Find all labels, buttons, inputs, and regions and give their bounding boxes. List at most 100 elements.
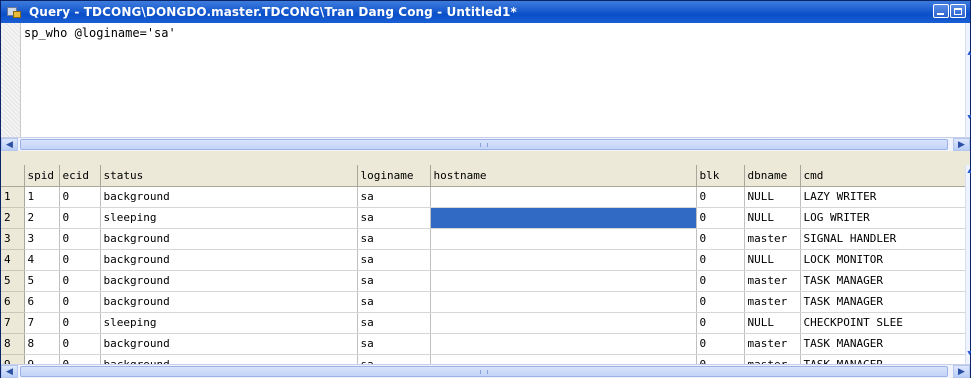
scroll-up-arrow-icon[interactable]: ▲ bbox=[966, 168, 971, 175]
column-header-dbname[interactable]: dbname bbox=[744, 165, 801, 187]
cell-hostname[interactable] bbox=[430, 312, 697, 334]
cell-dbname[interactable]: master bbox=[744, 333, 801, 355]
cell-dbname[interactable]: NULL bbox=[744, 312, 801, 334]
cell-status[interactable]: background bbox=[100, 249, 358, 271]
row-number[interactable]: 3 bbox=[1, 228, 25, 250]
scroll-right-arrow-icon[interactable]: ▶ bbox=[953, 138, 970, 151]
editor-vertical-scrollbar[interactable]: ▲ ▼ bbox=[965, 23, 971, 138]
column-header-cmd[interactable]: cmd bbox=[800, 165, 966, 187]
cell-hostname[interactable] bbox=[430, 228, 697, 250]
column-header-hostname[interactable]: hostname bbox=[430, 165, 697, 187]
cell-loginame[interactable]: sa bbox=[357, 312, 431, 334]
cell-spid[interactable]: 4 bbox=[24, 249, 60, 271]
cell-dbname[interactable]: NULL bbox=[744, 186, 801, 208]
cell-loginame[interactable]: sa bbox=[357, 186, 431, 208]
table-row[interactable]: 5 5 0 background sa 0 master TASK MANAGER bbox=[1, 270, 966, 292]
table-row[interactable]: 7 7 0 sleeping sa 0 NULL CHECKPOINT SLEE bbox=[1, 312, 966, 334]
cell-blk[interactable]: 0 bbox=[696, 249, 745, 271]
cell-hostname[interactable] bbox=[430, 270, 697, 292]
table-row[interactable]: 4 4 0 background sa 0 NULL LOCK MONITOR bbox=[1, 249, 966, 271]
cell-cmd[interactable]: LAZY WRITER bbox=[800, 186, 966, 208]
scroll-down-arrow-icon[interactable]: ▼ bbox=[966, 114, 971, 121]
cell-blk[interactable]: 0 bbox=[696, 291, 745, 313]
cell-blk[interactable]: 0 bbox=[696, 228, 745, 250]
editor-hscroll-thumb[interactable] bbox=[20, 139, 948, 150]
cell-spid[interactable]: 1 bbox=[24, 186, 60, 208]
scroll-left-arrow-icon[interactable]: ◀ bbox=[1, 365, 18, 378]
cell-hostname[interactable] bbox=[430, 249, 697, 271]
cell-dbname[interactable]: NULL bbox=[744, 249, 801, 271]
cell-loginame[interactable]: sa bbox=[357, 291, 431, 313]
grid-vertical-scrollbar[interactable]: ▲ ▼ bbox=[965, 165, 971, 365]
table-row[interactable]: 3 3 0 background sa 0 master SIGNAL HANDLER bbox=[1, 228, 966, 250]
row-number[interactable]: 5 bbox=[1, 270, 25, 292]
cell-cmd[interactable]: TASK MANAGER bbox=[800, 333, 966, 355]
cell-status[interactable]: sleeping bbox=[100, 312, 358, 334]
table-row[interactable]: 2 2 0 sleeping sa 0 NULL LOG WRITER bbox=[1, 207, 966, 229]
cell-spid[interactable]: 6 bbox=[24, 291, 60, 313]
cell-cmd[interactable]: TASK MANAGER bbox=[800, 291, 966, 313]
scroll-down-arrow-icon[interactable]: ▼ bbox=[966, 350, 971, 357]
selected-cell[interactable] bbox=[430, 207, 697, 229]
column-header-blk[interactable]: blk bbox=[696, 165, 745, 187]
cell-hostname[interactable] bbox=[430, 333, 697, 355]
cell-ecid[interactable]: 0 bbox=[59, 249, 101, 271]
scroll-left-arrow-icon[interactable]: ◀ bbox=[1, 138, 18, 151]
cell-status[interactable]: background bbox=[100, 228, 358, 250]
corner-cell[interactable] bbox=[1, 165, 25, 187]
scroll-right-arrow-icon[interactable]: ▶ bbox=[953, 365, 970, 378]
cell-dbname[interactable]: master bbox=[744, 291, 801, 313]
cell-spid[interactable]: 5 bbox=[24, 270, 60, 292]
row-number[interactable]: 4 bbox=[1, 249, 25, 271]
cell-status[interactable]: background bbox=[100, 186, 358, 208]
cell-status[interactable]: background bbox=[100, 291, 358, 313]
query-editor[interactable]: sp_who @loginame='sa' ▲ ▼ ◀ ▶ bbox=[1, 23, 971, 151]
cell-ecid[interactable]: 0 bbox=[59, 291, 101, 313]
cell-ecid[interactable]: 0 bbox=[59, 186, 101, 208]
minimize-button[interactable] bbox=[933, 4, 949, 18]
cell-dbname[interactable]: master bbox=[744, 228, 801, 250]
cell-ecid[interactable]: 0 bbox=[59, 207, 101, 229]
cell-cmd[interactable]: TASK MANAGER bbox=[800, 270, 966, 292]
column-header-ecid[interactable]: ecid bbox=[59, 165, 101, 187]
cell-cmd[interactable]: SIGNAL HANDLER bbox=[800, 228, 966, 250]
row-number[interactable]: 7 bbox=[1, 312, 25, 334]
table-row[interactable]: 8 8 0 background sa 0 master TASK MANAGER bbox=[1, 333, 966, 355]
column-header-loginame[interactable]: loginame bbox=[357, 165, 431, 187]
cell-loginame[interactable]: sa bbox=[357, 249, 431, 271]
grid-horizontal-scrollbar[interactable]: ◀ ▶ bbox=[1, 364, 970, 378]
cell-ecid[interactable]: 0 bbox=[59, 270, 101, 292]
grid-hscroll-thumb[interactable] bbox=[20, 366, 948, 377]
cell-blk[interactable]: 0 bbox=[696, 333, 745, 355]
row-number[interactable]: 8 bbox=[1, 333, 25, 355]
column-header-status[interactable]: status bbox=[100, 165, 358, 187]
cell-dbname[interactable]: NULL bbox=[744, 207, 801, 229]
cell-status[interactable]: sleeping bbox=[100, 207, 358, 229]
cell-loginame[interactable]: sa bbox=[357, 333, 431, 355]
cell-spid[interactable]: 8 bbox=[24, 333, 60, 355]
cell-blk[interactable]: 0 bbox=[696, 207, 745, 229]
scroll-up-arrow-icon[interactable]: ▲ bbox=[966, 50, 971, 57]
cell-blk[interactable]: 0 bbox=[696, 312, 745, 334]
table-row[interactable]: 1 1 0 background sa 0 NULL LAZY WRITER bbox=[1, 186, 966, 208]
cell-spid[interactable]: 7 bbox=[24, 312, 60, 334]
cell-ecid[interactable]: 0 bbox=[59, 333, 101, 355]
cell-status[interactable]: background bbox=[100, 333, 358, 355]
restore-button[interactable] bbox=[950, 4, 966, 18]
title-bar[interactable]: Query - TDCONG\DONGDO.master.TDCONG\Tran… bbox=[1, 1, 970, 23]
cell-spid[interactable]: 3 bbox=[24, 228, 60, 250]
cell-hostname[interactable] bbox=[430, 291, 697, 313]
row-number[interactable]: 6 bbox=[1, 291, 25, 313]
cell-spid[interactable]: 2 bbox=[24, 207, 60, 229]
cell-cmd[interactable]: CHECKPOINT SLEE bbox=[800, 312, 966, 334]
cell-blk[interactable]: 0 bbox=[696, 270, 745, 292]
cell-blk[interactable]: 0 bbox=[696, 186, 745, 208]
cell-ecid[interactable]: 0 bbox=[59, 312, 101, 334]
editor-horizontal-scrollbar[interactable]: ◀ ▶ bbox=[1, 137, 970, 151]
results-grid[interactable]: spid ecid status loginame hostname blk dbname c… bbox=[1, 165, 970, 365]
cell-cmd[interactable]: LOCK MONITOR bbox=[800, 249, 966, 271]
row-number[interactable]: 2 bbox=[1, 207, 25, 229]
table-row[interactable]: 6 6 0 background sa 0 master TASK MANAGER bbox=[1, 291, 966, 313]
cell-cmd[interactable]: LOG WRITER bbox=[800, 207, 966, 229]
column-header-spid[interactable]: spid bbox=[24, 165, 60, 187]
